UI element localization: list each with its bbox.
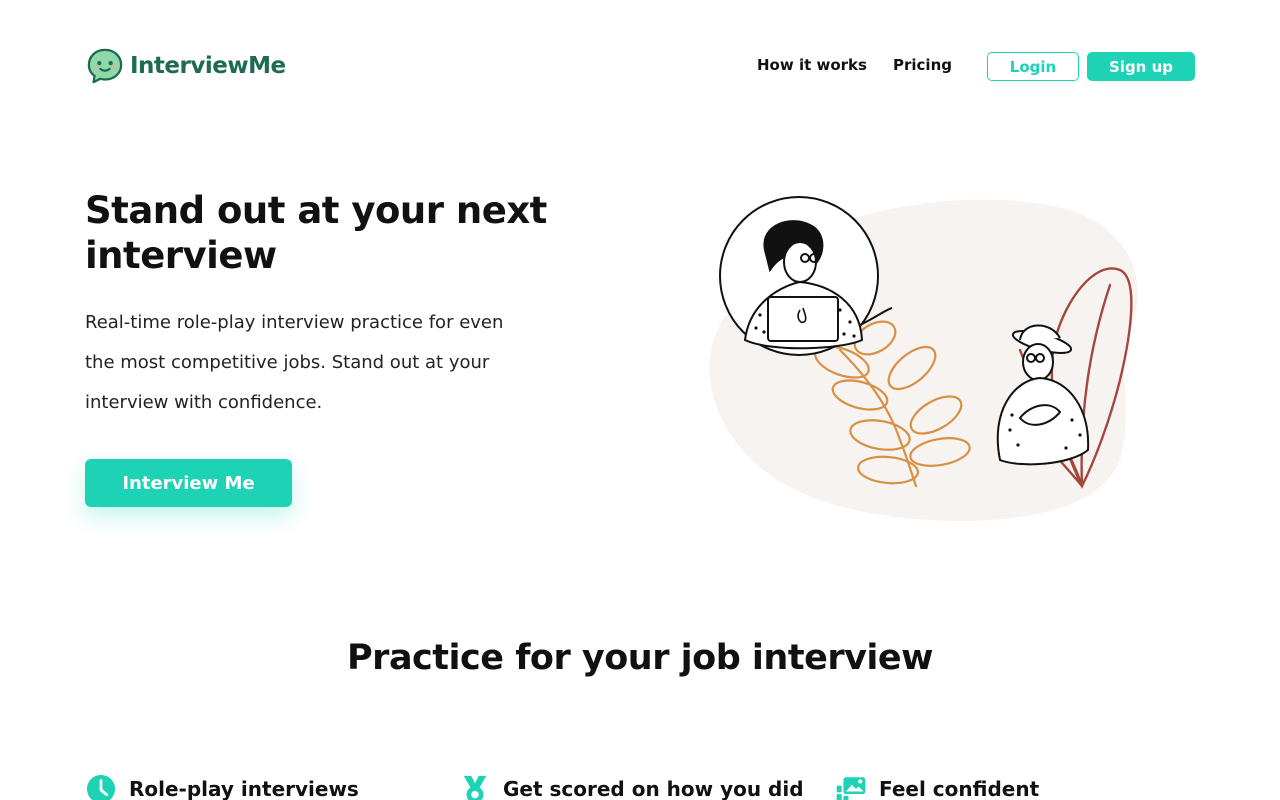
top-nav: InterviewMe How it works Pricing Login S… (0, 0, 1280, 132)
gallery-icon (836, 777, 866, 800)
nav-link-pricing[interactable]: Pricing (893, 56, 952, 74)
features-title: Practice for your job interview (347, 638, 933, 678)
hero-title: Stand out at your next interview (85, 189, 547, 277)
clock-icon (86, 774, 116, 800)
hero-illustration (709, 196, 1138, 521)
login-button[interactable]: Login (987, 52, 1079, 81)
chat-bubble-logo-icon (87, 48, 123, 84)
feature-role-play: Role-play interviews (85, 774, 359, 800)
feature-label: Role-play interviews (129, 777, 359, 800)
signup-button[interactable]: Sign up (1087, 52, 1195, 81)
feature-label: Feel confident (879, 777, 1040, 800)
nav-link-how-it-works[interactable]: How it works (757, 56, 867, 74)
brand-logo[interactable]: InterviewMe (86, 47, 286, 85)
feature-label: Get scored on how you did (503, 777, 804, 800)
medal-icon (463, 775, 487, 800)
hero-subtitle: Real-time role-play interview practice f… (85, 312, 504, 413)
interview-me-button[interactable]: Interview Me (85, 459, 292, 507)
feature-scoring: Get scored on how you did (459, 774, 804, 800)
feature-confident: Feel confident (835, 774, 1039, 800)
brand-name: InterviewMe (130, 53, 286, 79)
